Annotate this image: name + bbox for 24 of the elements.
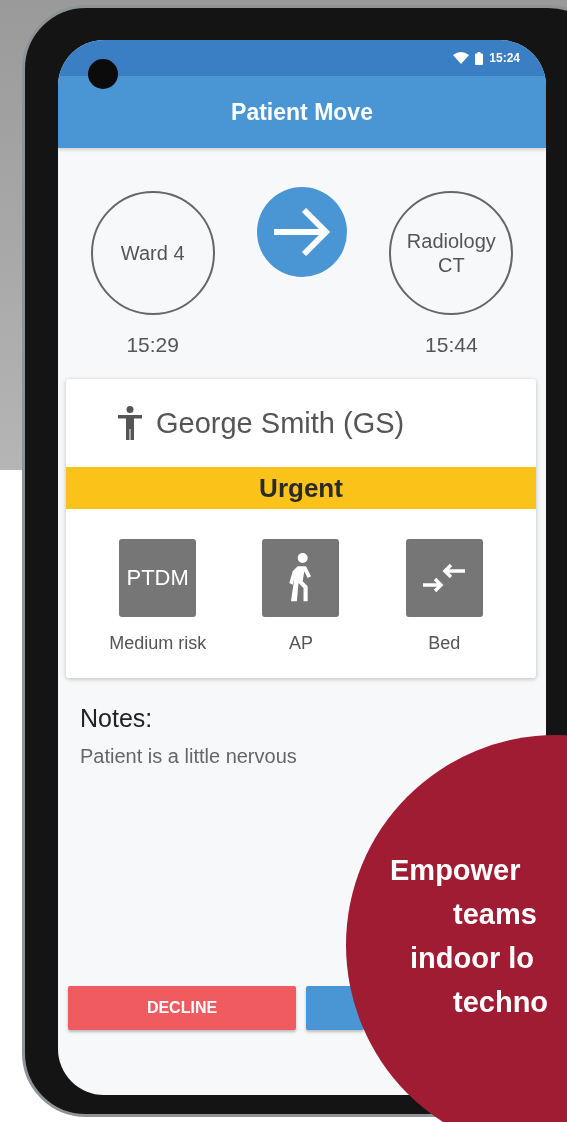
tag-label: Bed: [428, 633, 461, 654]
walking-person-icon: [262, 539, 340, 617]
screen-title: Patient Move: [231, 98, 373, 126]
priority-banner: Urgent: [66, 467, 536, 509]
promo-text: indoor lo: [410, 941, 535, 976]
promo-text: teams: [453, 897, 537, 932]
promo-text: Empower: [390, 853, 521, 888]
ptdm-badge: PTDM: [119, 539, 197, 617]
tag-label: AP: [289, 633, 313, 654]
battery-icon: [475, 51, 484, 65]
clock-time: 15:24: [489, 51, 520, 65]
notes-heading: Notes:: [80, 704, 154, 733]
promo-text: techno: [453, 985, 549, 1020]
origin-location: Ward 4: [90, 191, 215, 315]
departure-time: 15:29: [126, 333, 179, 357]
decline-button[interactable]: DECLINE: [68, 986, 296, 1030]
patient-name: George Smith (GS): [156, 406, 405, 440]
person-icon: [118, 406, 142, 440]
notes-text: Patient is a little nervous: [80, 745, 298, 768]
opposing-arrows-icon: [405, 539, 483, 617]
tag-label: Medium risk: [109, 633, 207, 654]
destination-location: Radiology CT: [389, 191, 514, 315]
wifi-icon: [453, 52, 470, 64]
arrival-time: 15:44: [425, 333, 478, 357]
